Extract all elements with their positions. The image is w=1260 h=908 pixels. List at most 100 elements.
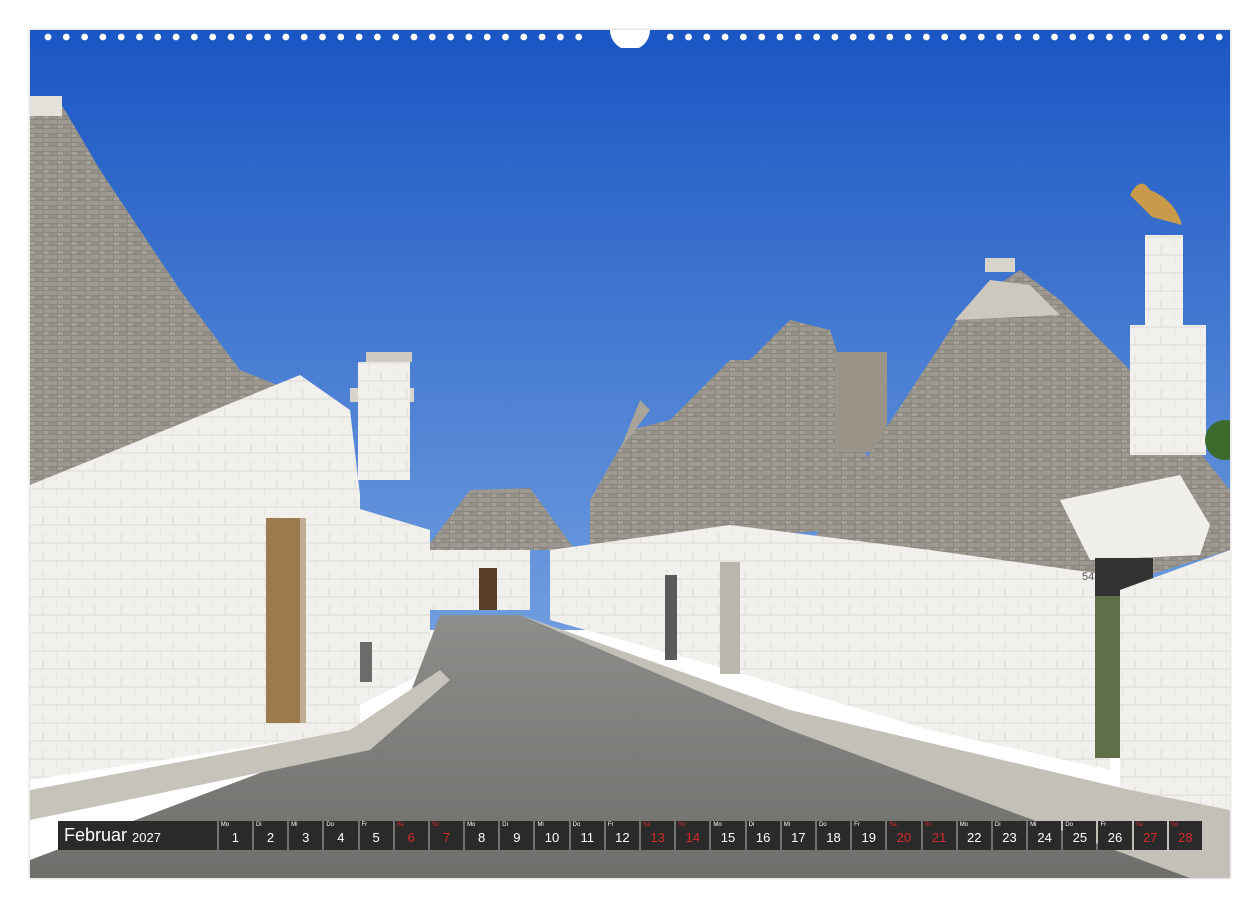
day-cell: So 14 — [676, 821, 710, 850]
day-cells: Mo 1 Di 2 Mi 3 Do 4 Fr 5 Sa 6 So 7 Mo 8 Di 9 Mi 10 Do 11 Fr 12 S… — [218, 821, 1202, 850]
day-number: 20 — [896, 830, 912, 845]
binding-hole — [282, 33, 290, 41]
binding-hole — [1142, 33, 1150, 41]
binding-hole — [465, 33, 473, 41]
day-cell: Sa 20 — [887, 821, 921, 850]
binding-hole — [813, 33, 820, 41]
day-cell: So 21 — [922, 821, 956, 850]
binding-hole — [831, 33, 839, 41]
weekday-label: Fr — [1100, 822, 1107, 828]
day-cell: Do 11 — [570, 821, 604, 850]
day-cell: So 7 — [429, 821, 464, 850]
binding-hole — [62, 33, 70, 41]
binding-hole — [502, 33, 509, 41]
day-number: 18 — [826, 830, 841, 845]
binding-hole — [392, 33, 400, 41]
binding-hole — [319, 33, 326, 41]
binding-hole — [447, 33, 454, 41]
binding-hole — [337, 33, 345, 41]
binding-hole — [868, 33, 875, 41]
binding-hole — [1087, 33, 1095, 41]
weekday-label: Sa — [643, 822, 651, 828]
day-number: 28 — [1178, 830, 1193, 845]
day-cell: Sa 13 — [641, 821, 675, 850]
binding-hole — [1124, 33, 1132, 41]
day-number: 22 — [967, 830, 982, 845]
binding-hole — [1106, 33, 1113, 41]
binding-hole — [136, 33, 143, 41]
binding-hole — [794, 33, 802, 41]
day-number: 4 — [337, 830, 345, 845]
binding-hole — [99, 33, 107, 41]
weekday-label: So — [431, 822, 440, 828]
month-year: 2027 — [132, 829, 161, 845]
weekday-label: Sa — [396, 822, 405, 828]
binding-hole — [923, 33, 930, 41]
day-number: 17 — [791, 830, 806, 845]
binding-hole — [300, 33, 308, 41]
binding-hole — [410, 33, 418, 41]
weekday-label: Mo — [713, 822, 722, 828]
day-number: 21 — [931, 830, 947, 845]
day-cell: Mo 22 — [957, 821, 991, 850]
day-number: 27 — [1142, 830, 1158, 845]
day-number: 11 — [580, 830, 594, 845]
binding-hole — [959, 33, 967, 41]
day-number: 3 — [302, 830, 310, 845]
weekday-label: Di — [748, 822, 755, 828]
calendar-bar: Februar 2027 Mo 1 Di 2 Mi 3 Do 4 Fr 5 Sa 6 So 7 Mo 8 Di 9… — [58, 821, 1202, 850]
day-number: 25 — [1072, 830, 1088, 845]
weekday-label: Do — [1065, 822, 1073, 828]
binding-hole — [520, 33, 528, 41]
binding-hole — [227, 33, 235, 41]
day-cell: Do 25 — [1063, 821, 1097, 850]
day-number: 15 — [720, 830, 736, 845]
binding-hole — [209, 33, 217, 41]
weekday-label: Di — [255, 822, 262, 828]
binding-hole — [758, 33, 766, 41]
binding-hole — [374, 33, 381, 41]
binding-hole — [81, 33, 88, 41]
binding-hole — [1215, 33, 1223, 41]
weekday-label: Sa — [889, 822, 897, 828]
day-cell: Di 9 — [500, 821, 534, 850]
day-cell: Fr 26 — [1098, 821, 1132, 850]
day-number: 19 — [861, 830, 876, 845]
hanger-notch — [610, 30, 650, 48]
binding-holes — [44, 30, 1223, 48]
binding-hole — [977, 33, 985, 41]
binding-hole — [685, 33, 692, 41]
binding-hole — [191, 33, 198, 41]
binding-hole — [245, 33, 253, 41]
day-cell: Di 16 — [746, 821, 780, 850]
day-cell: Di 2 — [253, 821, 288, 850]
day-number: 24 — [1037, 830, 1052, 845]
day-cell: Mi 10 — [535, 821, 569, 850]
binding-hole — [117, 33, 125, 41]
day-cell: So 28 — [1168, 821, 1202, 850]
binding-hole — [1179, 33, 1186, 41]
day-cell: Fr 5 — [359, 821, 393, 850]
binding-hole — [886, 33, 894, 41]
day-cell: Mi 17 — [781, 821, 815, 850]
day-number: 10 — [544, 830, 560, 845]
day-number: 13 — [650, 830, 665, 845]
day-cell: Do 4 — [324, 821, 358, 850]
binding-hole — [996, 33, 1003, 41]
binding-hole — [776, 33, 784, 41]
day-cell: Sa 6 — [394, 821, 428, 850]
binding-hole — [1051, 33, 1058, 41]
binding-hole — [264, 33, 271, 41]
weekday-label: So — [678, 822, 686, 828]
calendar-binding — [30, 0, 1230, 48]
binding-hole — [721, 33, 729, 41]
day-number: 8 — [478, 830, 486, 845]
binding-hole — [154, 33, 162, 41]
binding-hole — [538, 33, 546, 41]
weekday-label: Mo — [220, 822, 230, 828]
weekday-label: Fr — [361, 822, 368, 828]
weekday-label: Di — [994, 822, 1001, 828]
weekday-label: Fr — [607, 822, 614, 828]
weekday-label: Do — [326, 822, 334, 828]
binding-hole — [557, 33, 564, 41]
